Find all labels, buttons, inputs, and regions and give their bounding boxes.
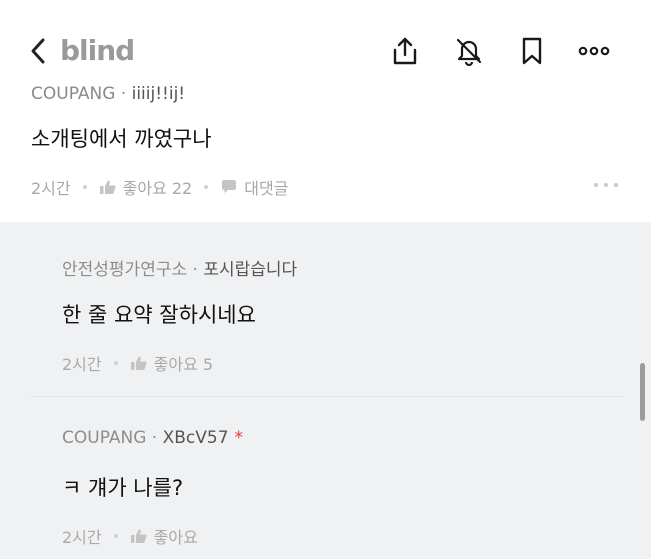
comment-content: ㅋ 걔가 나를? [62, 476, 184, 500]
back-chevron-icon[interactable] [28, 36, 50, 66]
meta-separator: · [146, 428, 163, 448]
like-button[interactable]: 좋아요 22 [99, 175, 193, 199]
comment-footer: 2시간 좋아요 [62, 524, 622, 548]
post-content: 소개팅에서 까였구나 [31, 127, 212, 151]
post-more-icon[interactable] [591, 177, 621, 193]
dot-divider [113, 361, 118, 365]
reply-button[interactable]: 대댓글 [220, 175, 288, 199]
bookmark-icon[interactable] [515, 34, 549, 68]
comment-nickname: XBcV57 [162, 428, 229, 448]
post-footer: 2시간 좋아요 22 대댓글 [31, 175, 621, 199]
meta-separator: · [187, 260, 204, 280]
comment-bubble-icon [222, 180, 237, 193]
comment-content: 한 줄 요약 잘하시네요 [62, 303, 256, 327]
author-mark: * [234, 428, 244, 448]
post-time: 2시간 [31, 179, 71, 198]
post-nickname: iiiij!!ij! [131, 84, 186, 104]
comment-item: COUPANG · XBcV57 * ㅋ 걔가 나를? 2시간 좋아요 [62, 428, 622, 548]
comment-author[interactable]: 안전성평가연구소 · 포시랍습니다 [62, 255, 622, 280]
comment-divider [30, 396, 622, 397]
comment-footer: 2시간 좋아요 5 [62, 351, 622, 375]
comment-time: 2시간 [62, 528, 102, 547]
comment-section: 안전성평가연구소 · 포시랍습니다 한 줄 요약 잘하시네요 2시간 좋아요 5… [0, 222, 651, 559]
thumbs-up-icon [130, 529, 147, 543]
reply-label: 대댓글 [244, 179, 289, 198]
blind-logo[interactable]: blind [60, 34, 135, 67]
comment-author[interactable]: COUPANG · XBcV57 * [62, 428, 622, 452]
dot-divider [82, 185, 87, 189]
comment-like-count: 좋아요 5 [153, 355, 214, 374]
comment-like-count: 좋아요 [153, 528, 198, 547]
thumbs-up-icon [130, 356, 147, 370]
meta-separator: · [115, 84, 132, 104]
comment-time: 2시간 [62, 355, 102, 374]
like-count: 좋아요 22 [122, 179, 193, 198]
comment-company: 안전성평가연구소 [62, 260, 188, 280]
comment-like-button[interactable]: 좋아요 [130, 524, 198, 548]
comment-company: COUPANG [62, 428, 147, 448]
comment-nickname: 포시랍습니다 [203, 260, 298, 280]
scrollbar-thumb[interactable] [640, 363, 645, 421]
comment-like-button[interactable]: 좋아요 5 [130, 351, 213, 375]
top-bar: blind [0, 0, 655, 90]
dot-divider [204, 185, 209, 189]
more-icon[interactable] [577, 34, 611, 68]
bell-off-icon[interactable] [452, 34, 486, 68]
thumbs-up-icon [99, 180, 116, 194]
post-company: COUPANG [31, 84, 116, 104]
share-icon[interactable] [388, 34, 422, 68]
dot-divider [113, 534, 118, 538]
post-author[interactable]: COUPANG · iiiij!!ij! [31, 84, 185, 104]
comment-item: 안전성평가연구소 · 포시랍습니다 한 줄 요약 잘하시네요 2시간 좋아요 5 [62, 255, 622, 375]
